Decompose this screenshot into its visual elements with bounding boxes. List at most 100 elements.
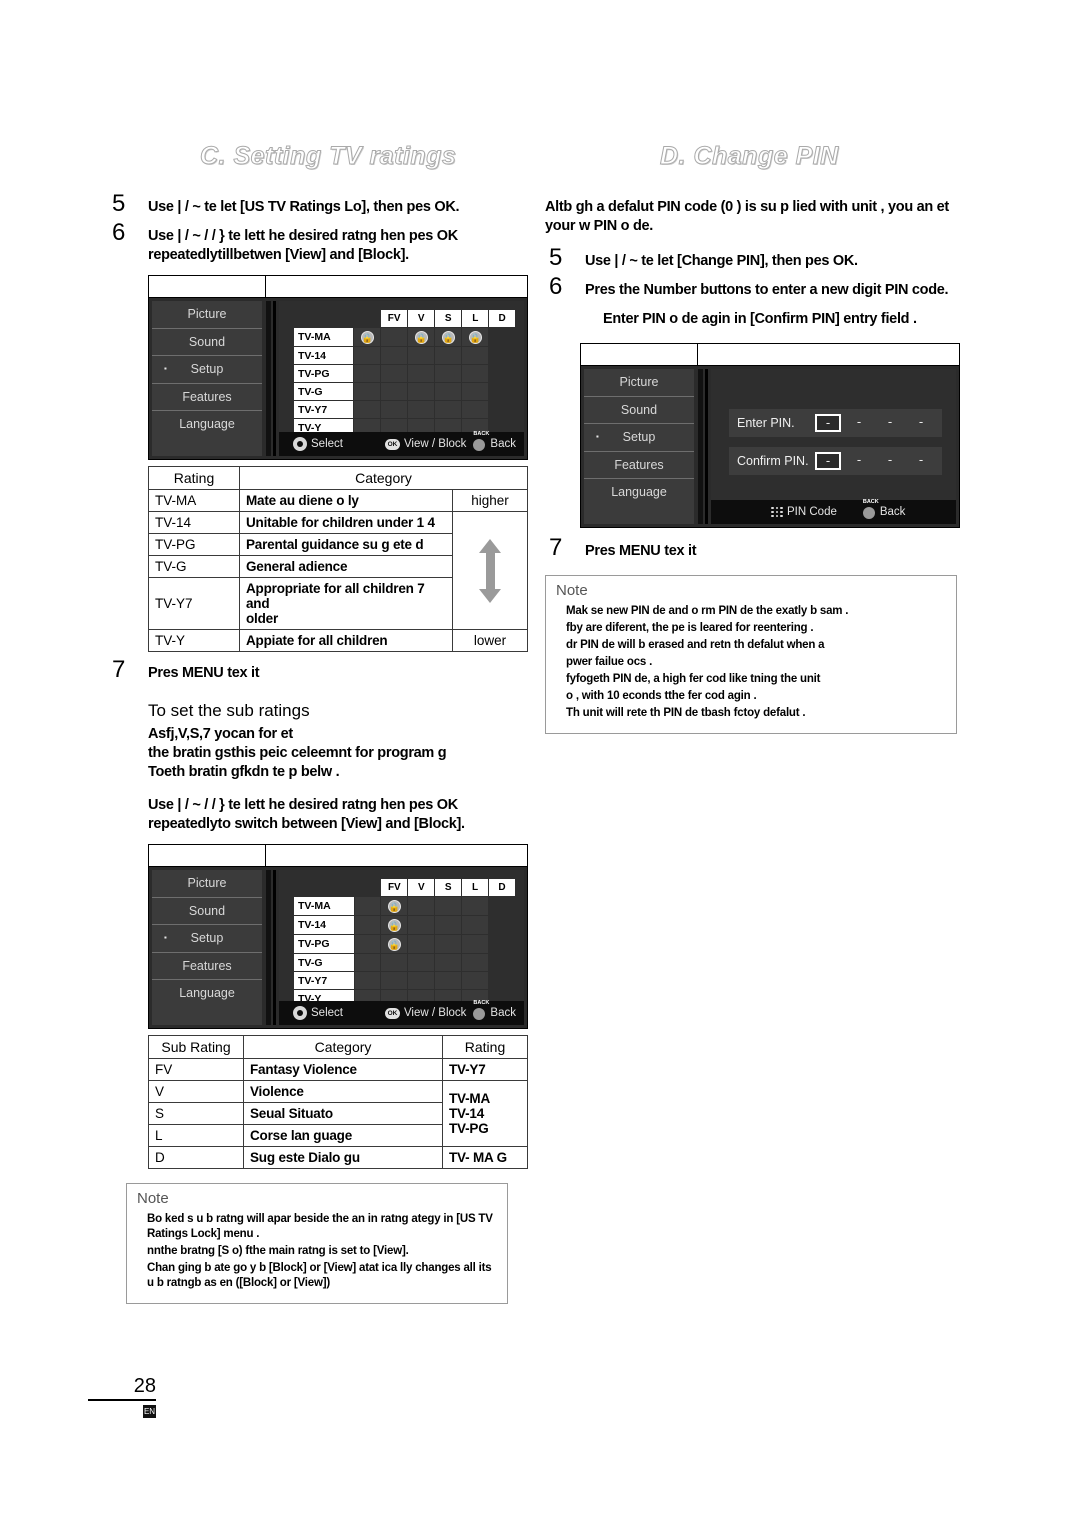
hint-back[interactable]: BACK Back: [862, 499, 905, 519]
sidebar-item-picture[interactable]: Picture: [584, 369, 694, 397]
osd-titlebar: [149, 276, 527, 298]
osd-scrollbar[interactable]: [698, 369, 703, 524]
grid-cell[interactable]: 🔒: [353, 327, 382, 347]
grid-cell[interactable]: [380, 364, 409, 383]
grid-row-label: TV-MA: [293, 896, 355, 916]
grid-cell[interactable]: [461, 934, 490, 954]
sidebar-item-features[interactable]: Features: [152, 384, 262, 411]
osd-scrollbar[interactable]: [266, 870, 271, 1025]
grid-cell[interactable]: [461, 953, 490, 972]
hint-select[interactable]: Select: [293, 1006, 343, 1020]
hint-view-block[interactable]: OK View / Block: [384, 1007, 466, 1019]
grid-cell[interactable]: [407, 915, 436, 935]
pin-digit-3[interactable]: -: [877, 414, 903, 432]
pin-digit-3[interactable]: -: [877, 452, 903, 470]
osd-titlebar-divider: [265, 845, 266, 866]
grid-cell[interactable]: [461, 400, 490, 419]
grid-cell[interactable]: [434, 896, 463, 916]
grid-cell[interactable]: [380, 953, 409, 972]
grid-cell[interactable]: [434, 953, 463, 972]
sidebar-item-language[interactable]: Language: [584, 479, 694, 506]
grid-cell[interactable]: 🔒: [380, 896, 409, 916]
grid-cell[interactable]: [461, 364, 490, 383]
grid-corner: [294, 879, 355, 897]
sidebar-item-sound[interactable]: Sound: [152, 329, 262, 356]
grid-cell[interactable]: [434, 382, 463, 401]
grid-row-tv-g: TV-G: [293, 953, 516, 972]
scale-higher: higher: [452, 489, 528, 512]
osd-screenshot-tv-ratings: Picture Sound Setup Features Language: [148, 275, 528, 460]
grid-cell[interactable]: 🔒: [434, 327, 463, 347]
sidebar-item-language[interactable]: Language: [152, 411, 262, 438]
grid-cell[interactable]: [434, 971, 463, 990]
grid-cell[interactable]: [461, 915, 490, 935]
sidebar-item-setup[interactable]: Setup: [152, 925, 262, 953]
grid-cell[interactable]: [407, 934, 436, 954]
sidebar-item-setup[interactable]: Setup: [584, 424, 694, 452]
sidebar-item-language[interactable]: Language: [152, 980, 262, 1007]
grid-cell[interactable]: 🔒: [407, 327, 436, 347]
pin-digit-2[interactable]: -: [846, 452, 872, 470]
grid-cell[interactable]: [461, 971, 490, 990]
grid-cell[interactable]: [461, 346, 490, 365]
grid-cell[interactable]: [461, 896, 490, 916]
dpad-icon: [293, 1006, 307, 1020]
grid-cell[interactable]: [353, 364, 382, 383]
pin-digit-2[interactable]: -: [846, 414, 872, 432]
sidebar-item-sound[interactable]: Sound: [152, 898, 262, 925]
osd-sidebar: Picture Sound Setup Features Language: [152, 301, 262, 456]
grid-cell[interactable]: [353, 896, 382, 916]
grid-cell[interactable]: [353, 400, 382, 419]
hint-select[interactable]: Select: [293, 437, 343, 451]
grid-cell[interactable]: [407, 953, 436, 972]
sidebar-item-picture[interactable]: Picture: [152, 301, 262, 329]
pin-digit-1[interactable]: -: [815, 414, 841, 432]
grid-cell[interactable]: [434, 915, 463, 935]
osd-scrollbar[interactable]: [266, 301, 271, 456]
grid-row-tv-ma: TV-MA 🔒: [293, 896, 516, 916]
hint-back[interactable]: BACK Back: [473, 1000, 516, 1020]
grid-cell[interactable]: 🔒: [461, 327, 490, 347]
grid-cell[interactable]: [434, 364, 463, 383]
grid-cell[interactable]: [407, 971, 436, 990]
grid-cell[interactable]: [434, 400, 463, 419]
grid-cell[interactable]: [407, 896, 436, 916]
grid-cell[interactable]: [380, 346, 409, 365]
grid-cell[interactable]: [407, 346, 436, 365]
ratings-grid[interactable]: FV V S L D TV-MA 🔒 🔒 🔒 🔒 TV-14 TV-PG TV-…: [292, 309, 516, 437]
sub-ratings-grid[interactable]: FV V S L D TV-MA 🔒 TV-14 🔒 TV-PG 🔒 TV-G …: [293, 878, 516, 1008]
grid-cell[interactable]: [434, 346, 463, 365]
enter-pin-row[interactable]: Enter PIN. - - - -: [729, 409, 942, 437]
grid-cell[interactable]: 🔒: [380, 934, 409, 954]
pin-digit-4[interactable]: -: [908, 452, 934, 470]
grid-cell[interactable]: [380, 327, 409, 347]
grid-cell[interactable]: [461, 382, 490, 401]
grid-cell[interactable]: [353, 934, 382, 954]
pin-digit-4[interactable]: -: [908, 414, 934, 432]
cell-category: Seual Situato: [243, 1102, 443, 1125]
grid-cell[interactable]: [353, 971, 382, 990]
grid-cell[interactable]: [353, 953, 382, 972]
grid-cell[interactable]: [380, 382, 409, 401]
keypad-icon: [771, 506, 783, 518]
sidebar-item-picture[interactable]: Picture: [152, 870, 262, 898]
confirm-pin-row[interactable]: Confirm PIN. - - - -: [729, 447, 942, 475]
grid-cell[interactable]: [407, 400, 436, 419]
sidebar-item-sound[interactable]: Sound: [584, 397, 694, 424]
grid-cell[interactable]: 🔒: [380, 915, 409, 935]
sidebar-item-features[interactable]: Features: [584, 452, 694, 479]
grid-cell[interactable]: [380, 400, 409, 419]
grid-cell[interactable]: [353, 382, 382, 401]
sidebar-item-setup[interactable]: Setup: [152, 356, 262, 384]
hint-view-block[interactable]: OK View / Block: [384, 438, 466, 450]
grid-cell[interactable]: [353, 915, 382, 935]
hint-back[interactable]: BACK Back: [473, 431, 516, 451]
grid-cell[interactable]: [353, 346, 382, 365]
sidebar-item-features[interactable]: Features: [152, 953, 262, 980]
grid-cell[interactable]: [407, 364, 436, 383]
hint-pin-code[interactable]: PIN Code: [771, 506, 837, 518]
grid-cell[interactable]: [407, 382, 436, 401]
grid-cell[interactable]: [434, 934, 463, 954]
pin-digit-1[interactable]: -: [815, 452, 841, 470]
grid-cell[interactable]: [380, 971, 409, 990]
